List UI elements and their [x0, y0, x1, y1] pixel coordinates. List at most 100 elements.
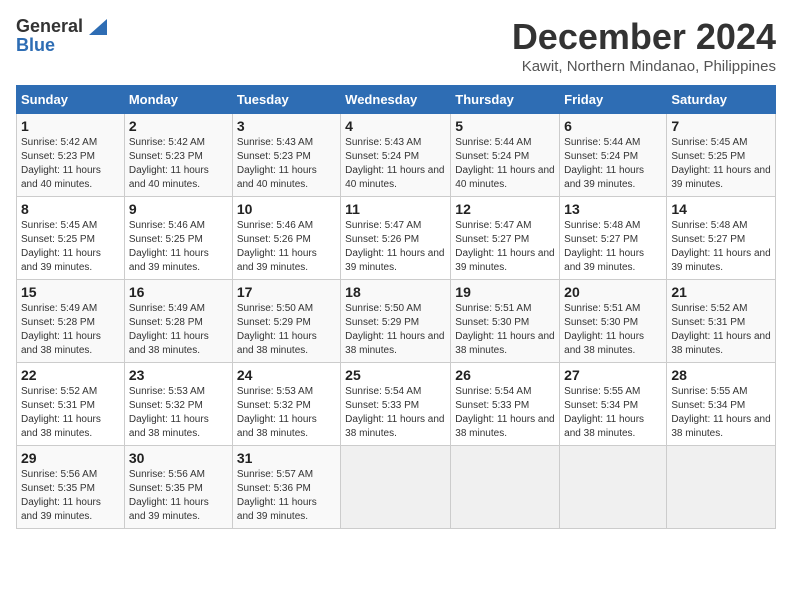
day-number: 7	[671, 118, 771, 134]
day-detail: Sunrise: 5:54 AMSunset: 5:33 PMDaylight:…	[345, 386, 444, 439]
day-number: 20	[564, 284, 662, 300]
calendar-cell: 27 Sunrise: 5:55 AMSunset: 5:34 PMDaylig…	[560, 363, 667, 446]
day-detail: Sunrise: 5:56 AMSunset: 5:35 PMDaylight:…	[21, 469, 101, 522]
day-detail: Sunrise: 5:54 AMSunset: 5:33 PMDaylight:…	[455, 386, 554, 439]
day-number: 23	[129, 367, 228, 383]
calendar-cell: 12 Sunrise: 5:47 AMSunset: 5:27 PMDaylig…	[451, 197, 560, 280]
calendar-cell	[667, 446, 776, 529]
header-cell-sunday: Sunday	[17, 86, 125, 114]
week-row-4: 22 Sunrise: 5:52 AMSunset: 5:31 PMDaylig…	[17, 363, 776, 446]
calendar-cell: 14 Sunrise: 5:48 AMSunset: 5:27 PMDaylig…	[667, 197, 776, 280]
day-number: 12	[455, 201, 555, 217]
calendar-cell: 3 Sunrise: 5:43 AMSunset: 5:23 PMDayligh…	[232, 114, 340, 197]
calendar-cell	[560, 446, 667, 529]
day-detail: Sunrise: 5:56 AMSunset: 5:35 PMDaylight:…	[129, 469, 209, 522]
day-detail: Sunrise: 5:46 AMSunset: 5:25 PMDaylight:…	[129, 220, 209, 273]
logo-icon	[85, 19, 107, 35]
header-row: SundayMondayTuesdayWednesdayThursdayFrid…	[17, 86, 776, 114]
calendar-cell: 2 Sunrise: 5:42 AMSunset: 5:23 PMDayligh…	[124, 114, 232, 197]
calendar-cell: 18 Sunrise: 5:50 AMSunset: 5:29 PMDaylig…	[341, 280, 451, 363]
day-number: 6	[564, 118, 662, 134]
day-number: 30	[129, 450, 228, 466]
calendar-cell: 22 Sunrise: 5:52 AMSunset: 5:31 PMDaylig…	[17, 363, 125, 446]
calendar-cell	[341, 446, 451, 529]
calendar-cell: 6 Sunrise: 5:44 AMSunset: 5:24 PMDayligh…	[560, 114, 667, 197]
day-detail: Sunrise: 5:42 AMSunset: 5:23 PMDaylight:…	[21, 137, 101, 190]
calendar-cell: 16 Sunrise: 5:49 AMSunset: 5:28 PMDaylig…	[124, 280, 232, 363]
calendar-cell: 30 Sunrise: 5:56 AMSunset: 5:35 PMDaylig…	[124, 446, 232, 529]
calendar-cell: 13 Sunrise: 5:48 AMSunset: 5:27 PMDaylig…	[560, 197, 667, 280]
day-number: 16	[129, 284, 228, 300]
month-title: December 2024	[512, 16, 776, 58]
calendar-cell: 1 Sunrise: 5:42 AMSunset: 5:23 PMDayligh…	[17, 114, 125, 197]
day-number: 25	[345, 367, 446, 383]
day-detail: Sunrise: 5:44 AMSunset: 5:24 PMDaylight:…	[455, 137, 554, 190]
calendar-cell	[451, 446, 560, 529]
calendar-cell: 25 Sunrise: 5:54 AMSunset: 5:33 PMDaylig…	[341, 363, 451, 446]
calendar-cell: 20 Sunrise: 5:51 AMSunset: 5:30 PMDaylig…	[560, 280, 667, 363]
calendar-cell: 5 Sunrise: 5:44 AMSunset: 5:24 PMDayligh…	[451, 114, 560, 197]
day-detail: Sunrise: 5:55 AMSunset: 5:34 PMDaylight:…	[671, 386, 770, 439]
calendar-cell: 21 Sunrise: 5:52 AMSunset: 5:31 PMDaylig…	[667, 280, 776, 363]
day-number: 22	[21, 367, 120, 383]
header-cell-wednesday: Wednesday	[341, 86, 451, 114]
calendar-cell: 24 Sunrise: 5:53 AMSunset: 5:32 PMDaylig…	[232, 363, 340, 446]
day-detail: Sunrise: 5:52 AMSunset: 5:31 PMDaylight:…	[671, 303, 770, 356]
calendar-cell: 29 Sunrise: 5:56 AMSunset: 5:35 PMDaylig…	[17, 446, 125, 529]
day-detail: Sunrise: 5:48 AMSunset: 5:27 PMDaylight:…	[564, 220, 644, 273]
day-detail: Sunrise: 5:42 AMSunset: 5:23 PMDaylight:…	[129, 137, 209, 190]
calendar-cell: 9 Sunrise: 5:46 AMSunset: 5:25 PMDayligh…	[124, 197, 232, 280]
logo-general: General	[16, 16, 83, 37]
calendar-table: SundayMondayTuesdayWednesdayThursdayFrid…	[16, 85, 776, 529]
day-number: 1	[21, 118, 120, 134]
title-area: December 2024 Kawit, Northern Mindanao, …	[512, 16, 776, 75]
calendar-cell: 7 Sunrise: 5:45 AMSunset: 5:25 PMDayligh…	[667, 114, 776, 197]
day-detail: Sunrise: 5:44 AMSunset: 5:24 PMDaylight:…	[564, 137, 644, 190]
day-number: 3	[237, 118, 336, 134]
day-detail: Sunrise: 5:57 AMSunset: 5:36 PMDaylight:…	[237, 469, 317, 522]
week-row-2: 8 Sunrise: 5:45 AMSunset: 5:25 PMDayligh…	[17, 197, 776, 280]
day-number: 13	[564, 201, 662, 217]
header: General Blue December 2024 Kawit, Northe…	[16, 16, 776, 75]
day-number: 9	[129, 201, 228, 217]
day-detail: Sunrise: 5:46 AMSunset: 5:26 PMDaylight:…	[237, 220, 317, 273]
day-number: 24	[237, 367, 336, 383]
day-number: 26	[455, 367, 555, 383]
calendar-cell: 26 Sunrise: 5:54 AMSunset: 5:33 PMDaylig…	[451, 363, 560, 446]
calendar-cell: 19 Sunrise: 5:51 AMSunset: 5:30 PMDaylig…	[451, 280, 560, 363]
day-detail: Sunrise: 5:50 AMSunset: 5:29 PMDaylight:…	[237, 303, 317, 356]
day-detail: Sunrise: 5:49 AMSunset: 5:28 PMDaylight:…	[129, 303, 209, 356]
day-number: 19	[455, 284, 555, 300]
header-cell-saturday: Saturday	[667, 86, 776, 114]
day-number: 31	[237, 450, 336, 466]
header-cell-friday: Friday	[560, 86, 667, 114]
day-detail: Sunrise: 5:51 AMSunset: 5:30 PMDaylight:…	[564, 303, 644, 356]
day-number: 14	[671, 201, 771, 217]
calendar-cell: 31 Sunrise: 5:57 AMSunset: 5:36 PMDaylig…	[232, 446, 340, 529]
day-detail: Sunrise: 5:49 AMSunset: 5:28 PMDaylight:…	[21, 303, 101, 356]
day-detail: Sunrise: 5:45 AMSunset: 5:25 PMDaylight:…	[671, 137, 770, 190]
day-number: 15	[21, 284, 120, 300]
day-detail: Sunrise: 5:52 AMSunset: 5:31 PMDaylight:…	[21, 386, 101, 439]
day-detail: Sunrise: 5:43 AMSunset: 5:24 PMDaylight:…	[345, 137, 444, 190]
logo-blue: Blue	[16, 35, 55, 56]
subtitle: Kawit, Northern Mindanao, Philippines	[512, 58, 776, 75]
week-row-5: 29 Sunrise: 5:56 AMSunset: 5:35 PMDaylig…	[17, 446, 776, 529]
calendar-cell: 23 Sunrise: 5:53 AMSunset: 5:32 PMDaylig…	[124, 363, 232, 446]
day-detail: Sunrise: 5:50 AMSunset: 5:29 PMDaylight:…	[345, 303, 444, 356]
day-number: 2	[129, 118, 228, 134]
calendar-cell: 8 Sunrise: 5:45 AMSunset: 5:25 PMDayligh…	[17, 197, 125, 280]
day-detail: Sunrise: 5:53 AMSunset: 5:32 PMDaylight:…	[237, 386, 317, 439]
day-number: 29	[21, 450, 120, 466]
day-detail: Sunrise: 5:45 AMSunset: 5:25 PMDaylight:…	[21, 220, 101, 273]
day-number: 21	[671, 284, 771, 300]
day-number: 18	[345, 284, 446, 300]
day-detail: Sunrise: 5:48 AMSunset: 5:27 PMDaylight:…	[671, 220, 770, 273]
day-number: 5	[455, 118, 555, 134]
day-detail: Sunrise: 5:43 AMSunset: 5:23 PMDaylight:…	[237, 137, 317, 190]
header-cell-thursday: Thursday	[451, 86, 560, 114]
day-number: 10	[237, 201, 336, 217]
header-cell-tuesday: Tuesday	[232, 86, 340, 114]
day-number: 27	[564, 367, 662, 383]
day-number: 8	[21, 201, 120, 217]
